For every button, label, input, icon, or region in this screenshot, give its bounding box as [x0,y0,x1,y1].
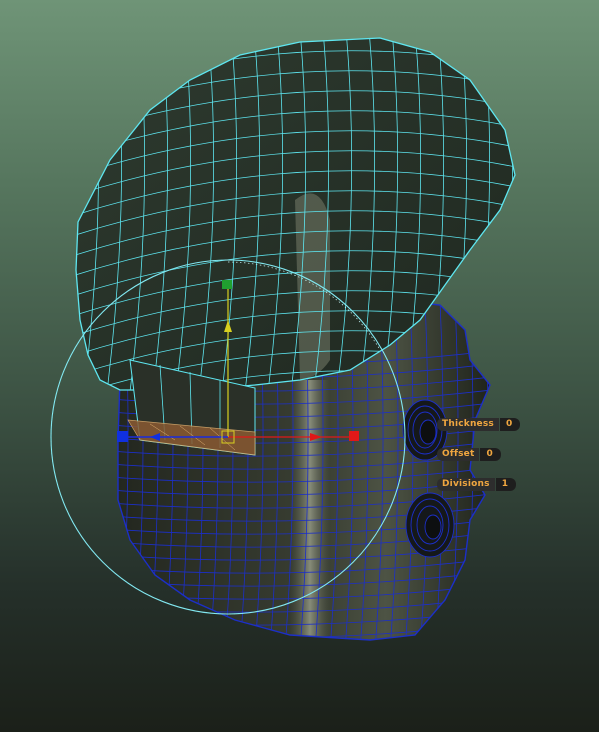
hud-divisions-label: Divisions [437,478,495,491]
hud-thickness[interactable]: Thickness 0 [437,418,521,431]
hud-thickness-value[interactable]: 0 [499,418,521,431]
hud-divisions-value[interactable]: 1 [495,478,516,491]
side-port-lower [405,492,455,558]
hud-offset-value[interactable]: 0 [480,448,501,461]
hud-offset[interactable]: Offset 0 [437,448,501,461]
hud-thickness-label: Thickness [437,418,499,431]
hud-offset-label: Offset [437,448,480,461]
hud-divisions[interactable]: Divisions 1 [437,478,516,491]
3d-viewport[interactable]: Thickness 0 Offset 0 Divisions 1 [0,0,599,732]
mesh-scene[interactable] [0,0,599,732]
